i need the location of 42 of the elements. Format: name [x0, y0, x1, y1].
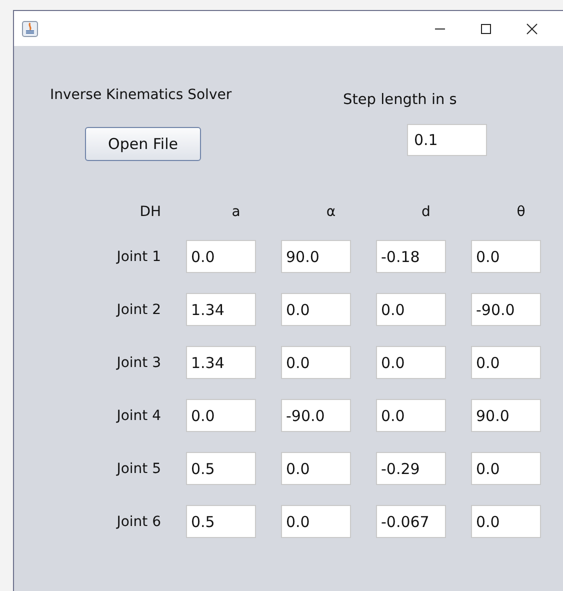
- parameter-field[interactable]: 1.34: [186, 293, 256, 326]
- parameter-field[interactable]: 0.0: [376, 399, 446, 432]
- close-icon[interactable]: [526, 22, 538, 34]
- parameter-field[interactable]: 0.0: [376, 293, 446, 326]
- column-header: α: [325, 204, 336, 220]
- joint-label: Joint 5: [116, 460, 161, 476]
- parameter-field[interactable]: -90.0: [471, 293, 541, 326]
- parameter-field[interactable]: -0.067: [376, 505, 446, 538]
- parameter-field[interactable]: 0.0: [186, 240, 256, 273]
- step-length-field[interactable]: 0.1: [407, 124, 487, 156]
- parameter-field[interactable]: 90.0: [471, 399, 541, 432]
- column-header: DH: [140, 204, 161, 220]
- column-header: θ: [516, 204, 526, 220]
- parameter-field[interactable]: 0.0: [471, 346, 541, 379]
- parameter-field[interactable]: -90.0: [281, 399, 351, 432]
- joint-label: Joint 2: [116, 302, 161, 318]
- parameter-field[interactable]: 0.0: [471, 240, 541, 273]
- joint-label: Joint 6: [116, 514, 161, 530]
- app-icon: [22, 20, 38, 36]
- joint-label: Joint 3: [116, 354, 161, 370]
- step-length-label: Step length in s: [343, 92, 457, 108]
- joint-label: Joint 1: [116, 248, 161, 264]
- parameter-field[interactable]: -0.29: [376, 452, 446, 485]
- parameter-field[interactable]: -0.18: [376, 240, 446, 273]
- parameter-field[interactable]: 0.0: [281, 293, 351, 326]
- parameter-field[interactable]: 90.0: [281, 240, 351, 273]
- parameter-field[interactable]: 0.0: [376, 346, 446, 379]
- joint-label: Joint 4: [116, 408, 161, 424]
- parameter-field[interactable]: 0.0: [471, 452, 541, 485]
- column-header: d: [420, 204, 430, 220]
- parameter-field[interactable]: 1.34: [186, 346, 256, 379]
- parameter-field[interactable]: 0.0: [186, 399, 256, 432]
- parameter-field[interactable]: 0.5: [186, 505, 256, 538]
- maximize-icon[interactable]: [480, 22, 492, 34]
- parameter-field[interactable]: 0.0: [281, 452, 351, 485]
- parameter-field[interactable]: 0.0: [471, 505, 541, 538]
- open-file-button[interactable]: Open File: [85, 127, 201, 161]
- parameter-field[interactable]: 0.0: [281, 346, 351, 379]
- parameter-field[interactable]: 0.5: [186, 452, 256, 485]
- parameter-field[interactable]: 0.0: [281, 505, 351, 538]
- column-header: a: [230, 204, 240, 220]
- solver-title: Inverse Kinematics Solver: [50, 87, 232, 103]
